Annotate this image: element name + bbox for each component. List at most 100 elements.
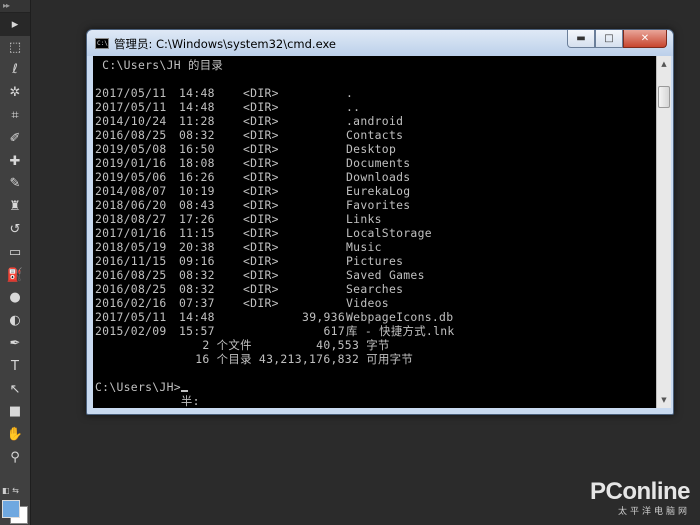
pen-icon: ✒	[9, 336, 21, 352]
zoom-tool[interactable]: ⚲	[0, 446, 30, 469]
listing-row: 2017/05/11 14:48 <DIR>..	[95, 100, 635, 114]
entry-time: 11:28	[179, 114, 215, 128]
entry-dir-tag: <DIR>	[243, 86, 279, 100]
rectangle-tool[interactable]: ■	[0, 401, 30, 424]
listing-row: 2019/01/16 18:08 <DIR> Documents	[95, 156, 635, 170]
close-icon: ✕	[640, 33, 650, 44]
entry-time: 14:48	[179, 310, 215, 324]
tools-panel: ▸▸ ▸ ⬚ ℓ ✲ ⌗ ✐ ✚ ✎ ♜ ↺ ▭ ⛽ ● ◐ ✒ T ↖ ■ ✋ ⚲ ◧ ⇆	[0, 0, 31, 525]
entry-name: .	[346, 86, 354, 100]
crop-tool[interactable]: ⌗	[0, 104, 30, 127]
default-colors-icon[interactable]: ◧ ⇆	[2, 486, 19, 495]
path-selection-icon: ↖	[9, 381, 21, 397]
hand-icon: ✋	[6, 427, 24, 443]
eyedropper-tool[interactable]: ✐	[0, 127, 30, 150]
magic-wand-tool[interactable]: ✲	[0, 81, 30, 104]
scroll-down-icon[interactable]: ▼	[658, 393, 670, 407]
entry-dir-tag: <DIR>	[243, 128, 279, 142]
entry-date: 2016/11/15	[95, 254, 167, 268]
watermark-logo: PConline	[589, 478, 691, 505]
entry-name: Pictures	[346, 254, 404, 268]
entry-date: 2018/06/20	[95, 198, 167, 212]
entry-date: 2016/08/25	[95, 128, 167, 142]
brush-tool[interactable]: ✎	[0, 173, 30, 196]
entry-size: 39,936	[302, 310, 345, 324]
entry-time: 16:26	[179, 170, 215, 184]
listing-row: 2016/08/25 08:32 <DIR> Searches	[95, 282, 635, 296]
minimize-button[interactable]: ▬	[567, 30, 595, 48]
entry-date: 2016/08/25	[95, 282, 167, 296]
dodge-icon: ◐	[9, 313, 21, 329]
maximize-icon: □	[604, 33, 614, 44]
healing-brush-icon: ✚	[9, 153, 21, 169]
entry-time: 20:38	[179, 240, 215, 254]
paint-bucket-tool[interactable]: ⛽	[0, 264, 30, 287]
entry-date: 2018/08/27	[95, 212, 167, 226]
listing-row: 2016/08/25 08:32 <DIR> Contacts	[95, 128, 635, 142]
entry-date: 2019/01/16	[95, 156, 167, 170]
lasso-tool[interactable]: ℓ	[0, 59, 30, 82]
color-swatches: ◧ ⇆	[2, 486, 28, 524]
watermark-subtitle: 太平洋电脑网	[617, 507, 690, 517]
hand-tool[interactable]: ✋	[0, 423, 30, 446]
rectangle-icon: ■	[8, 404, 22, 420]
entry-dir-tag: <DIR>	[243, 212, 279, 226]
listing-row: 2016/08/25 08:32 <DIR> Saved Games	[95, 268, 635, 282]
listing-row: 2017/01/16 11:15 <DIR> LocalStorage	[95, 226, 635, 240]
entry-name: .android	[346, 114, 404, 128]
directory-header: C:\Users\JH 的目录	[95, 58, 224, 72]
clone-stamp-icon: ♜	[9, 199, 21, 215]
tool-list: ▸ ⬚ ℓ ✲ ⌗ ✐ ✚ ✎ ♜ ↺ ▭ ⛽ ● ◐ ✒ T ↖ ■ ✋ ⚲	[0, 13, 30, 469]
entry-name: 库 - 快捷方式.lnk	[346, 324, 455, 338]
entry-date: 2015/02/09	[95, 324, 167, 338]
title-bar[interactable]: C:\ 管理员: C:\Windows\system32\cmd.exe ▬ □…	[87, 30, 673, 56]
blur-tool[interactable]: ●	[0, 287, 30, 310]
entry-date: 2017/05/11	[95, 86, 167, 100]
entry-date: 2019/05/06	[95, 170, 167, 184]
entry-time: 08:32	[179, 268, 215, 282]
close-button[interactable]: ✕	[623, 30, 667, 48]
minimize-icon: ▬	[576, 33, 586, 44]
scroll-up-icon[interactable]: ▲	[658, 57, 670, 71]
entry-time: 07:37	[179, 296, 215, 310]
cmd-app-icon[interactable]: C:\	[95, 38, 109, 49]
listing-row: 2018/06/20 08:43 <DIR> Favorites	[95, 198, 635, 212]
entry-dir-tag: <DIR>	[243, 296, 279, 310]
entry-date: 2014/08/07	[95, 184, 167, 198]
marquee-tool[interactable]: ⬚	[0, 36, 30, 59]
foreground-color-swatch[interactable]	[2, 500, 20, 518]
vertical-scrollbar[interactable]: ▲ ▼	[656, 56, 671, 408]
move-tool[interactable]: ▸	[0, 13, 30, 36]
scroll-thumb[interactable]	[658, 86, 670, 108]
entry-time: 10:19	[179, 184, 215, 198]
command-prompt[interactable]: C:\Users\JH>	[95, 380, 188, 394]
clone-stamp-tool[interactable]: ♜	[0, 195, 30, 218]
entry-dir-tag: <DIR>	[243, 170, 279, 184]
eraser-tool[interactable]: ▭	[0, 241, 30, 264]
entry-dir-tag: <DIR>	[243, 198, 279, 212]
maximize-button[interactable]: □	[595, 30, 623, 48]
entry-time: 14:48	[179, 86, 215, 100]
entry-time: 11:15	[179, 226, 215, 240]
entry-date: 2018/05/19	[95, 240, 167, 254]
entry-name: Saved Games	[346, 268, 425, 282]
path-selection-tool[interactable]: ↖	[0, 378, 30, 401]
entry-date: 2017/05/11	[95, 310, 167, 324]
entry-dir-tag: <DIR>	[243, 268, 279, 282]
entry-name: WebpageIcons.db	[346, 310, 454, 324]
marquee-icon: ⬚	[8, 39, 22, 55]
pen-tool[interactable]: ✒	[0, 332, 30, 355]
brush-icon: ✎	[9, 176, 21, 192]
console-output[interactable]: C:\Users\JH 的目录 2017/05/11 14:48 <DIR>. 201…	[93, 56, 656, 408]
entry-time: 08:32	[179, 282, 215, 296]
type-icon: T	[11, 358, 19, 374]
entry-time: 15:57	[179, 324, 215, 338]
type-tool[interactable]: T	[0, 355, 30, 378]
window-title: 管理员: C:\Windows\system32\cmd.exe	[114, 37, 336, 51]
entry-dir-tag: <DIR>	[243, 254, 279, 268]
dodge-tool[interactable]: ◐	[0, 309, 30, 332]
panel-grip[interactable]: ▸▸	[0, 0, 30, 13]
history-brush-tool[interactable]: ↺	[0, 218, 30, 241]
healing-brush-tool[interactable]: ✚	[0, 150, 30, 173]
magic-wand-icon: ✲	[9, 85, 21, 101]
